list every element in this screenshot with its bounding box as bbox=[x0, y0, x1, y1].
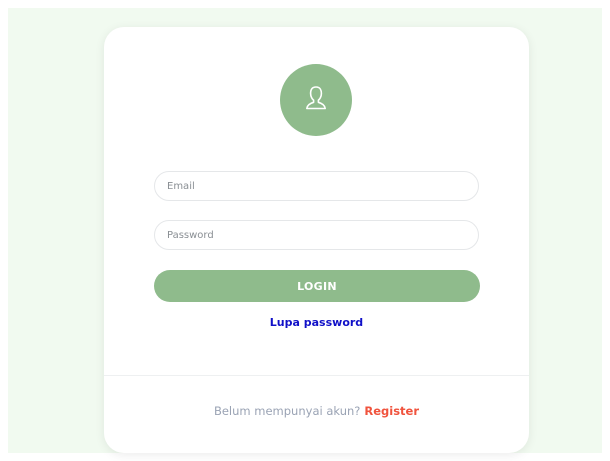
register-question: Belum mempunyai akun? bbox=[213, 404, 361, 418]
register-link[interactable]: Register bbox=[364, 404, 419, 418]
password-field[interactable] bbox=[154, 220, 479, 250]
email-field[interactable] bbox=[154, 171, 479, 201]
avatar bbox=[280, 64, 352, 136]
login-card: LOGIN Lupa password Belum mempunyai akun… bbox=[104, 27, 529, 453]
forgot-password-link[interactable]: Lupa password bbox=[104, 316, 529, 329]
divider bbox=[104, 375, 529, 376]
login-button[interactable]: LOGIN bbox=[154, 270, 480, 302]
user-icon bbox=[301, 83, 331, 117]
register-prompt: Belum mempunyai akun? Register bbox=[104, 404, 529, 418]
